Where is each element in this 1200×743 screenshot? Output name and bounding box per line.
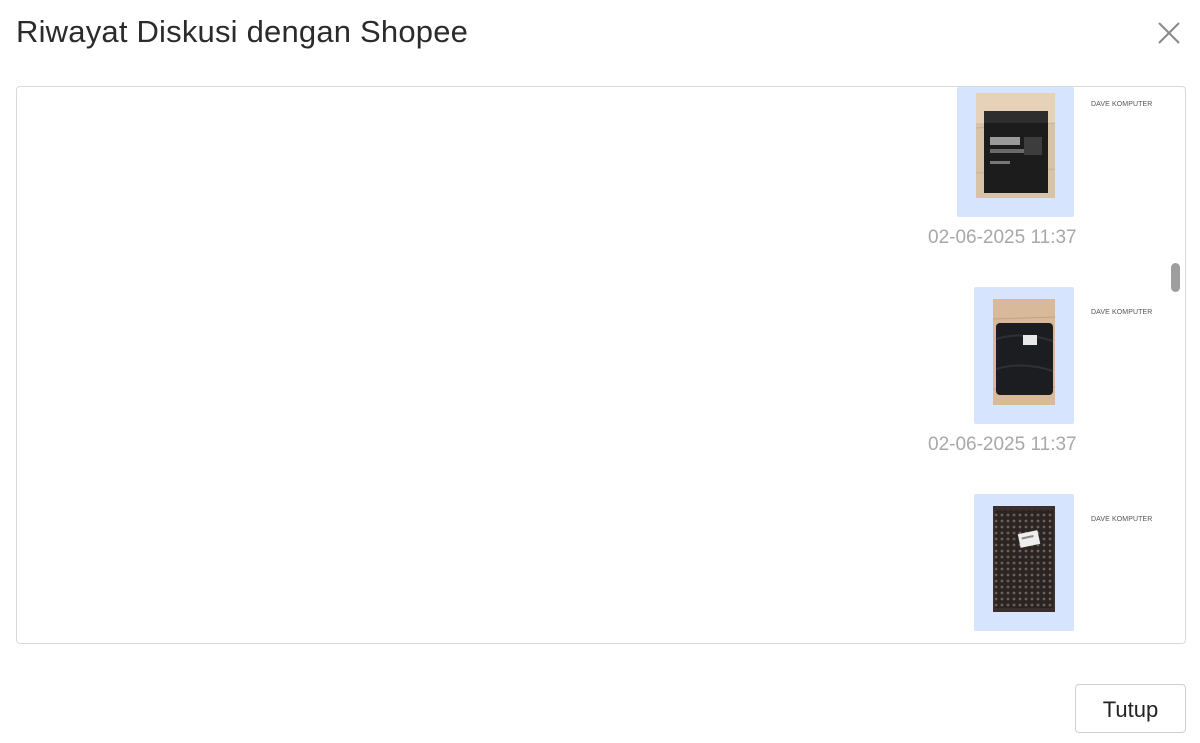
chat-history-panel[interactable]: DAVE KOMPUTER 02-06-2025 11:37 DAVE KOMP… (16, 86, 1186, 644)
sender-name: DAVE KOMPUTER (1091, 516, 1153, 523)
message-bubble (974, 494, 1074, 631)
sender-name: DAVE KOMPUTER (1091, 101, 1153, 108)
message-timestamp: 02-06-2025 11:37 (928, 434, 1077, 455)
discussion-history-dialog: Riwayat Diskusi dengan Shopee DAVE KOMPU… (0, 0, 1200, 743)
sender-name: DAVE KOMPUTER (1091, 309, 1153, 316)
scrollbar-thumb[interactable] (1171, 263, 1180, 292)
close-icon[interactable] (1152, 16, 1186, 50)
message-bubble (974, 287, 1074, 424)
close-button[interactable]: Tutup (1075, 684, 1186, 733)
message-timestamp: 02-06-2025 11:37 (928, 227, 1077, 248)
dialog-title: Riwayat Diskusi dengan Shopee (16, 14, 469, 49)
attachment-image[interactable] (976, 93, 1055, 198)
attachment-image[interactable] (993, 299, 1055, 405)
attachment-image[interactable] (993, 506, 1055, 612)
message-bubble (957, 87, 1074, 217)
